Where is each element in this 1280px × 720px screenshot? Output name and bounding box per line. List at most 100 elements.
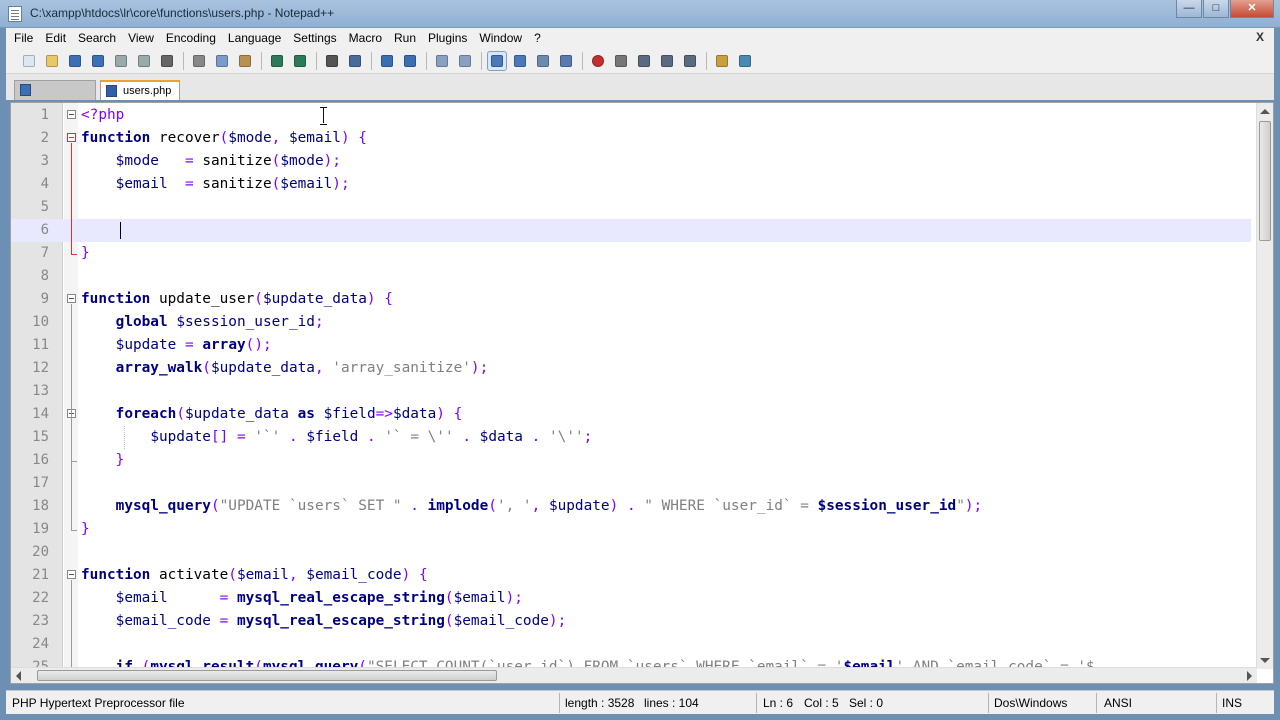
vertical-scroll-thumb[interactable] bbox=[1259, 121, 1271, 241]
maximize-button[interactable]: □ bbox=[1203, 0, 1229, 18]
open-folder-icon[interactable] bbox=[713, 52, 731, 70]
horizontal-scroll-thumb[interactable] bbox=[37, 670, 497, 681]
find-icon[interactable] bbox=[323, 52, 341, 70]
word-wrap-icon[interactable] bbox=[487, 50, 507, 71]
code-line[interactable]: 21 function activate($email, $email_code)… bbox=[11, 564, 1251, 587]
code-line[interactable]: 15 $update[] = '`' . $field . '` = \'' .… bbox=[11, 426, 1251, 449]
menu-file[interactable]: File bbox=[14, 31, 33, 45]
code-line[interactable]: 18 mysql_query("UPDATE `users` SET " . i… bbox=[11, 495, 1251, 518]
spell-check-icon[interactable] bbox=[736, 52, 754, 70]
code-editor[interactable]: 1 <?php 2 function recover($mode, $email) {… bbox=[10, 102, 1274, 684]
code-line[interactable]: 3 $mode = sanitize($mode); bbox=[11, 150, 1251, 173]
stop-macro-icon[interactable] bbox=[612, 52, 630, 70]
line-number: 1 bbox=[40, 107, 49, 123]
minimize-button[interactable]: — bbox=[1176, 0, 1202, 18]
menu-run[interactable]: Run bbox=[394, 31, 416, 45]
code-line[interactable]: 20 bbox=[11, 541, 1251, 564]
fold-line bbox=[71, 419, 72, 461]
code-line[interactable]: 10 global $session_user_id; bbox=[11, 311, 1251, 334]
fold-toggle-icon[interactable] bbox=[67, 294, 76, 303]
title-bar: C:\xampp\htdocs\lr\core\functions\users.… bbox=[0, 0, 1280, 28]
sync-horizontal-icon[interactable] bbox=[456, 52, 474, 70]
code-line[interactable]: 17 bbox=[11, 472, 1251, 495]
menu-encoding[interactable]: Encoding bbox=[166, 31, 216, 45]
undo-icon[interactable] bbox=[268, 52, 286, 70]
show-all-chars-icon[interactable] bbox=[511, 52, 529, 70]
close-icon[interactable] bbox=[112, 52, 130, 70]
user-defined-language-icon[interactable] bbox=[557, 52, 575, 70]
code-line[interactable]: 24 bbox=[11, 633, 1251, 656]
scroll-down-icon[interactable] bbox=[1260, 658, 1270, 663]
code-line[interactable]: 16 } bbox=[11, 449, 1251, 472]
scroll-left-icon[interactable] bbox=[16, 671, 21, 681]
status-insert-mode[interactable]: INS bbox=[1222, 696, 1242, 710]
copy-icon[interactable] bbox=[213, 52, 231, 70]
tab-other-file[interactable] bbox=[14, 80, 96, 100]
line-number: 13 bbox=[32, 383, 49, 399]
code-line[interactable]: 22 $email = mysql_real_escape_string($em… bbox=[11, 587, 1251, 610]
fold-end-marker bbox=[71, 254, 77, 255]
line-number: 6 bbox=[40, 222, 49, 238]
replace-icon[interactable] bbox=[346, 52, 364, 70]
menu-settings[interactable]: Settings bbox=[293, 31, 336, 45]
fold-toggle-icon[interactable] bbox=[67, 133, 76, 142]
code-line[interactable]: 6 bbox=[11, 219, 1251, 242]
code-line[interactable]: 2 function recover($mode, $email) { bbox=[11, 127, 1251, 150]
paste-icon[interactable] bbox=[236, 52, 254, 70]
menu-help[interactable]: ? bbox=[534, 31, 541, 45]
menu-language[interactable]: Language bbox=[228, 31, 281, 45]
code-line[interactable]: 14 foreach($update_data as $field=>$data… bbox=[11, 403, 1251, 426]
code-line[interactable]: 9 function update_user($update_data) { bbox=[11, 288, 1251, 311]
code-line[interactable]: 11 $update = array(); bbox=[11, 334, 1251, 357]
find-icon-glyph bbox=[326, 54, 338, 67]
tab-users-php[interactable]: users.php bbox=[100, 80, 180, 100]
new-file-icon[interactable] bbox=[20, 52, 38, 70]
close-window-button[interactable]: ✕ bbox=[1230, 0, 1274, 18]
sync-vertical-icon[interactable] bbox=[433, 52, 451, 70]
save-macro-icon[interactable] bbox=[681, 52, 699, 70]
menu-edit[interactable]: Edit bbox=[45, 31, 66, 45]
close-all-icon[interactable] bbox=[135, 52, 153, 70]
run-macro-multiple-icon[interactable] bbox=[658, 52, 676, 70]
indent-guide-icon[interactable] bbox=[534, 52, 552, 70]
toolbar-separator bbox=[183, 51, 184, 70]
scroll-up-icon[interactable] bbox=[1260, 109, 1270, 114]
save-all-icon[interactable] bbox=[89, 52, 107, 70]
save-icon-glyph bbox=[69, 54, 81, 67]
record-macro-icon[interactable] bbox=[589, 52, 607, 70]
code-text: $email = mysql_real_escape_string($email… bbox=[115, 590, 523, 606]
code-line[interactable]: 8 bbox=[11, 265, 1251, 288]
menu-window[interactable]: Window bbox=[479, 31, 522, 45]
code-line[interactable]: 23 $email_code = mysql_real_escape_strin… bbox=[11, 610, 1251, 633]
code-line[interactable]: 1 <?php bbox=[11, 104, 1251, 127]
scroll-right-icon[interactable] bbox=[1247, 671, 1252, 681]
code-line[interactable]: 7} bbox=[11, 242, 1251, 265]
code-line[interactable]: 4 $email = sanitize($email); bbox=[11, 173, 1251, 196]
sync-vertical-icon-glyph bbox=[436, 54, 448, 67]
menu-view[interactable]: View bbox=[128, 31, 154, 45]
code-line[interactable]: 5 bbox=[11, 196, 1251, 219]
save-icon[interactable] bbox=[66, 52, 84, 70]
horizontal-scrollbar[interactable] bbox=[11, 667, 1257, 683]
zoom-out-icon[interactable] bbox=[401, 52, 419, 70]
code-line[interactable]: 12 array_walk($update_data, 'array_sanit… bbox=[11, 357, 1251, 380]
menu-search[interactable]: Search bbox=[78, 31, 116, 45]
play-macro-icon[interactable] bbox=[635, 52, 653, 70]
code-line[interactable]: 19} bbox=[11, 518, 1251, 541]
print-icon[interactable] bbox=[158, 52, 176, 70]
open-file-icon[interactable] bbox=[43, 52, 61, 70]
line-number: 15 bbox=[32, 429, 49, 445]
close-document-button[interactable]: X bbox=[1256, 30, 1264, 44]
vertical-scrollbar[interactable] bbox=[1256, 103, 1273, 669]
menu-macro[interactable]: Macro bbox=[349, 31, 382, 45]
redo-icon[interactable] bbox=[291, 52, 309, 70]
save-macro-icon-glyph bbox=[684, 54, 696, 67]
code-line[interactable]: 13 bbox=[11, 380, 1251, 403]
line-number: 7 bbox=[40, 245, 49, 261]
menu-plugins[interactable]: Plugins bbox=[428, 31, 467, 45]
zoom-in-icon-glyph bbox=[381, 54, 393, 67]
fold-toggle-icon[interactable] bbox=[67, 110, 76, 119]
zoom-in-icon[interactable] bbox=[378, 52, 396, 70]
cut-icon[interactable] bbox=[190, 52, 208, 70]
fold-toggle-icon[interactable] bbox=[67, 570, 76, 579]
